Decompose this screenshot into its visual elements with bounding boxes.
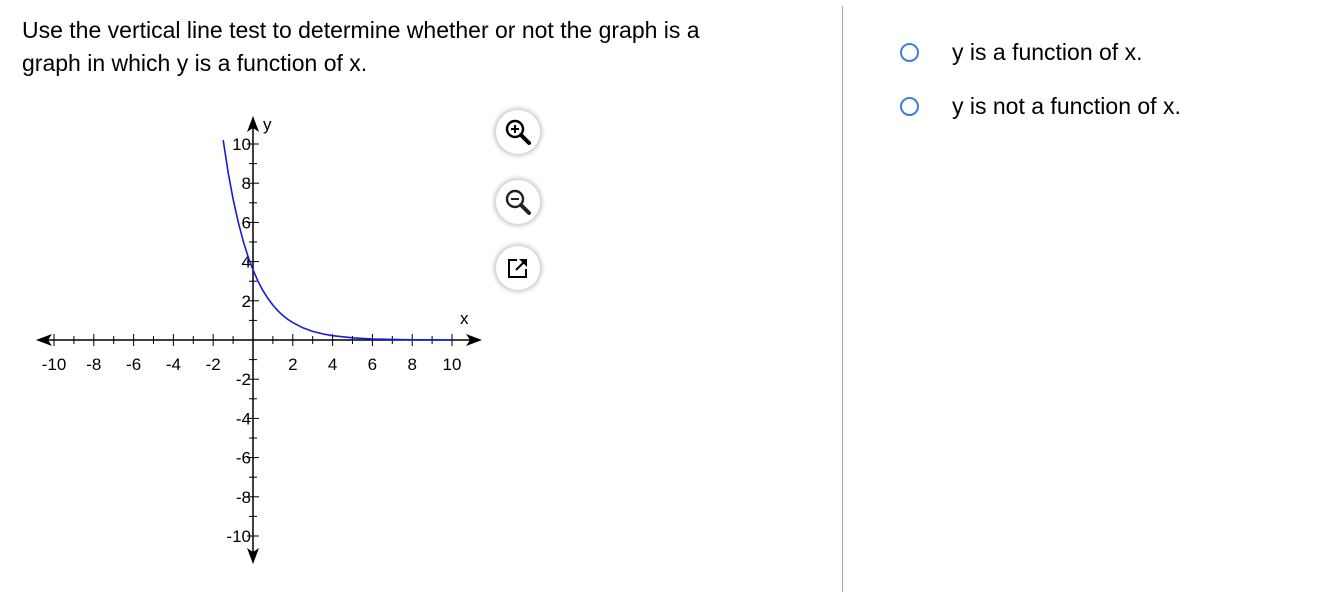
popout-button[interactable] [496, 246, 540, 290]
y-tick-label: -6 [236, 449, 251, 468]
option-label: y is not a function of x. [952, 92, 1181, 119]
x-tick-label: 6 [368, 355, 377, 374]
zoom-in-button[interactable] [496, 110, 540, 154]
x-tick-label: 10 [443, 355, 462, 374]
option-function[interactable]: y is a function of x. [900, 37, 1142, 67]
zoom-out-button[interactable] [496, 180, 540, 224]
x-tick-label: -4 [166, 355, 181, 374]
x-tick-label: -8 [86, 355, 101, 374]
y-tick-label: -4 [236, 409, 251, 428]
x-tick-label: -10 [42, 355, 67, 374]
x-axis-label: x [460, 309, 469, 328]
x-tick-label: 4 [328, 355, 337, 374]
option-not-function[interactable]: y is not a function of x. [900, 91, 1181, 121]
x-tick-label: -2 [206, 355, 221, 374]
y-tick-label: -10 [226, 527, 251, 546]
y-tick-label: -8 [236, 488, 251, 507]
y-tick-label: 8 [242, 174, 251, 193]
y-tick-label: 2 [242, 292, 251, 311]
y-tick-label: 10 [232, 135, 251, 154]
radio-button[interactable] [900, 42, 919, 62]
panel-divider [842, 6, 843, 592]
y-tick-label: 6 [242, 213, 251, 232]
y-axis-label: y [263, 115, 272, 134]
x-tick-label: 2 [288, 355, 297, 374]
option-label: y is a function of x. [952, 38, 1143, 65]
popout-icon [508, 259, 527, 278]
x-tick-label: -6 [126, 355, 141, 374]
graph-curve [222, 139, 453, 341]
function-graph: -10 -8 -6 -4 -2 2 4 6 8 10108642-2-4-6-8-10 x y [36, 115, 482, 564]
zoom-in-icon [505, 119, 531, 145]
zoom-out-icon [505, 189, 531, 215]
x-tick-label: 8 [407, 355, 416, 374]
y-tick-label: -2 [236, 370, 251, 389]
radio-button[interactable] [900, 96, 919, 116]
